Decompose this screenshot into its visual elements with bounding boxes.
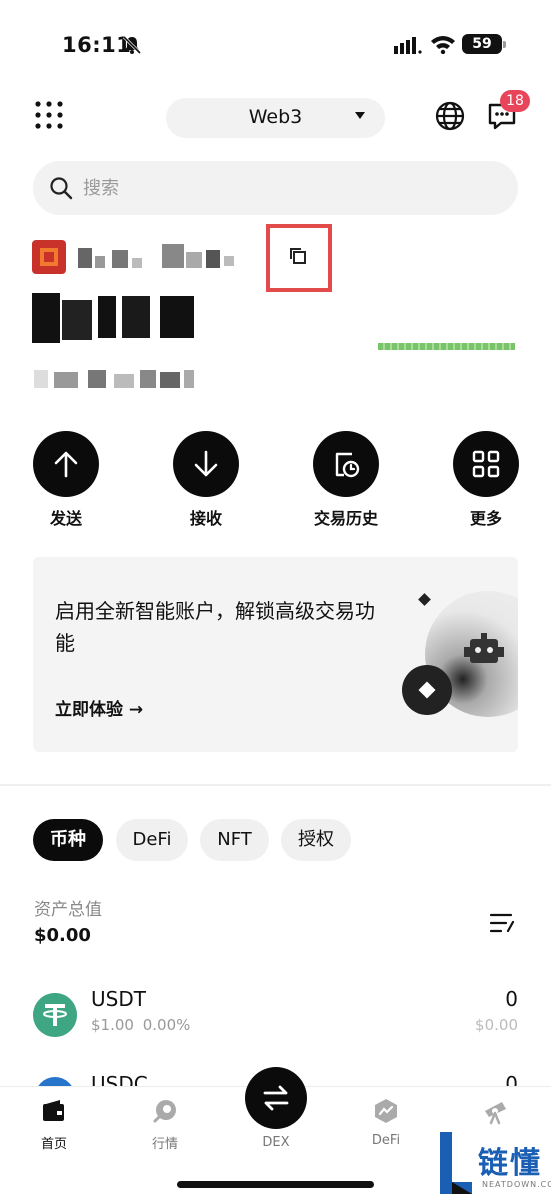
watermark: 链懂 NEATDOWN.COM [436, 1130, 551, 1200]
copy-icon[interactable] [288, 246, 308, 266]
nav-market-label: 行情 [151, 1137, 178, 1152]
watermark-logo [440, 1132, 472, 1194]
history-button[interactable] [313, 431, 379, 497]
robot-icon [464, 633, 504, 663]
globe-icon[interactable] [434, 100, 466, 132]
asset-fiat-value: $0.00 [475, 1016, 518, 1034]
more-label: 更多 [469, 509, 502, 528]
promo-title: 启用全新智能账户，解锁高级交易功能 [55, 599, 375, 655]
wifi-icon [431, 36, 455, 54]
tab-tokens[interactable]: 币种 [33, 819, 103, 861]
apps-grid-icon[interactable] [34, 100, 64, 130]
nav-dex-label: DEX [262, 1135, 290, 1150]
send-label: 发送 [49, 509, 82, 528]
search-bar[interactable] [33, 161, 518, 215]
usdt-token-icon [33, 993, 77, 1037]
receive-button[interactable] [173, 431, 239, 497]
arrow-down-icon [194, 450, 218, 477]
send-button[interactable] [33, 431, 99, 497]
asset-amount: 0 [505, 1072, 518, 1086]
avatar[interactable] [32, 240, 66, 274]
wallet-icon [43, 1100, 64, 1121]
nav-home-label: 首页 [40, 1137, 67, 1152]
asset-price: $1.00 0.00% [91, 1016, 190, 1034]
sort-filter-icon[interactable] [489, 910, 517, 936]
promo-cta-link[interactable]: 立即体验 → [55, 695, 143, 720]
section-divider [0, 784, 551, 786]
arrow-up-icon [54, 451, 78, 478]
battery-indicator: 59 [462, 34, 506, 54]
watermark-url: NEATDOWN.COM [482, 1180, 551, 1189]
home-indicator [177, 1181, 374, 1188]
send-action[interactable]: 发送 [16, 431, 116, 531]
tab-defi[interactable]: DeFi [116, 819, 188, 861]
market-icon [153, 1100, 176, 1123]
telescope-icon [485, 1102, 506, 1125]
asset-name: USDT [91, 987, 146, 1011]
nav-discover[interactable] [456, 1097, 536, 1133]
receive-label: 接收 [189, 509, 222, 528]
smart-account-promo[interactable]: 启用全新智能账户，解锁高级交易功能 立即体验 → [33, 557, 518, 752]
more-button[interactable] [453, 431, 519, 497]
nav-defi[interactable]: DeFi [346, 1097, 426, 1148]
nav-market[interactable]: 行情 [125, 1097, 205, 1152]
search-input[interactable] [83, 161, 483, 215]
nav-home[interactable]: 首页 [14, 1097, 94, 1152]
network-selector[interactable]: Web3 [166, 98, 385, 138]
diamond-decoration-icon [418, 593, 431, 606]
cellular-signal-icon [394, 37, 422, 54]
grid-icon [472, 450, 500, 478]
history-label: 交易历史 [313, 509, 378, 528]
diamond-circle-icon [402, 665, 452, 715]
asset-price-value: $1.00 [91, 1016, 134, 1034]
defi-icon [375, 1099, 397, 1123]
search-icon [50, 177, 73, 200]
more-action[interactable]: 更多 [436, 431, 536, 531]
status-bar: 16:11 59 [0, 30, 551, 62]
asset-amount: 0 [505, 987, 518, 1011]
tab-nft[interactable]: NFT [200, 819, 269, 861]
dex-swap-button[interactable] [245, 1067, 307, 1129]
network-label: Web3 [248, 106, 303, 128]
balance-trend-line [378, 343, 515, 350]
history-action[interactable]: 交易历史 [296, 431, 396, 531]
caret-down-icon [355, 112, 365, 119]
nav-defi-label: DeFi [371, 1133, 401, 1148]
history-icon [335, 452, 360, 478]
receive-action[interactable]: 接收 [156, 431, 256, 531]
watermark-brand: 链懂 [478, 1146, 542, 1181]
asset-price-change: 0.00% [142, 1016, 191, 1034]
swap-icon [263, 1085, 289, 1111]
total-assets-value: $0.00 [34, 925, 91, 946]
bell-muted-icon [122, 35, 142, 55]
status-time: 16:11 [62, 33, 132, 57]
tab-approvals[interactable]: 授权 [281, 819, 351, 861]
asset-name: USDC [91, 1072, 148, 1086]
notification-badge: 18 [500, 90, 530, 112]
total-assets-label: 资产总值 [34, 900, 102, 920]
